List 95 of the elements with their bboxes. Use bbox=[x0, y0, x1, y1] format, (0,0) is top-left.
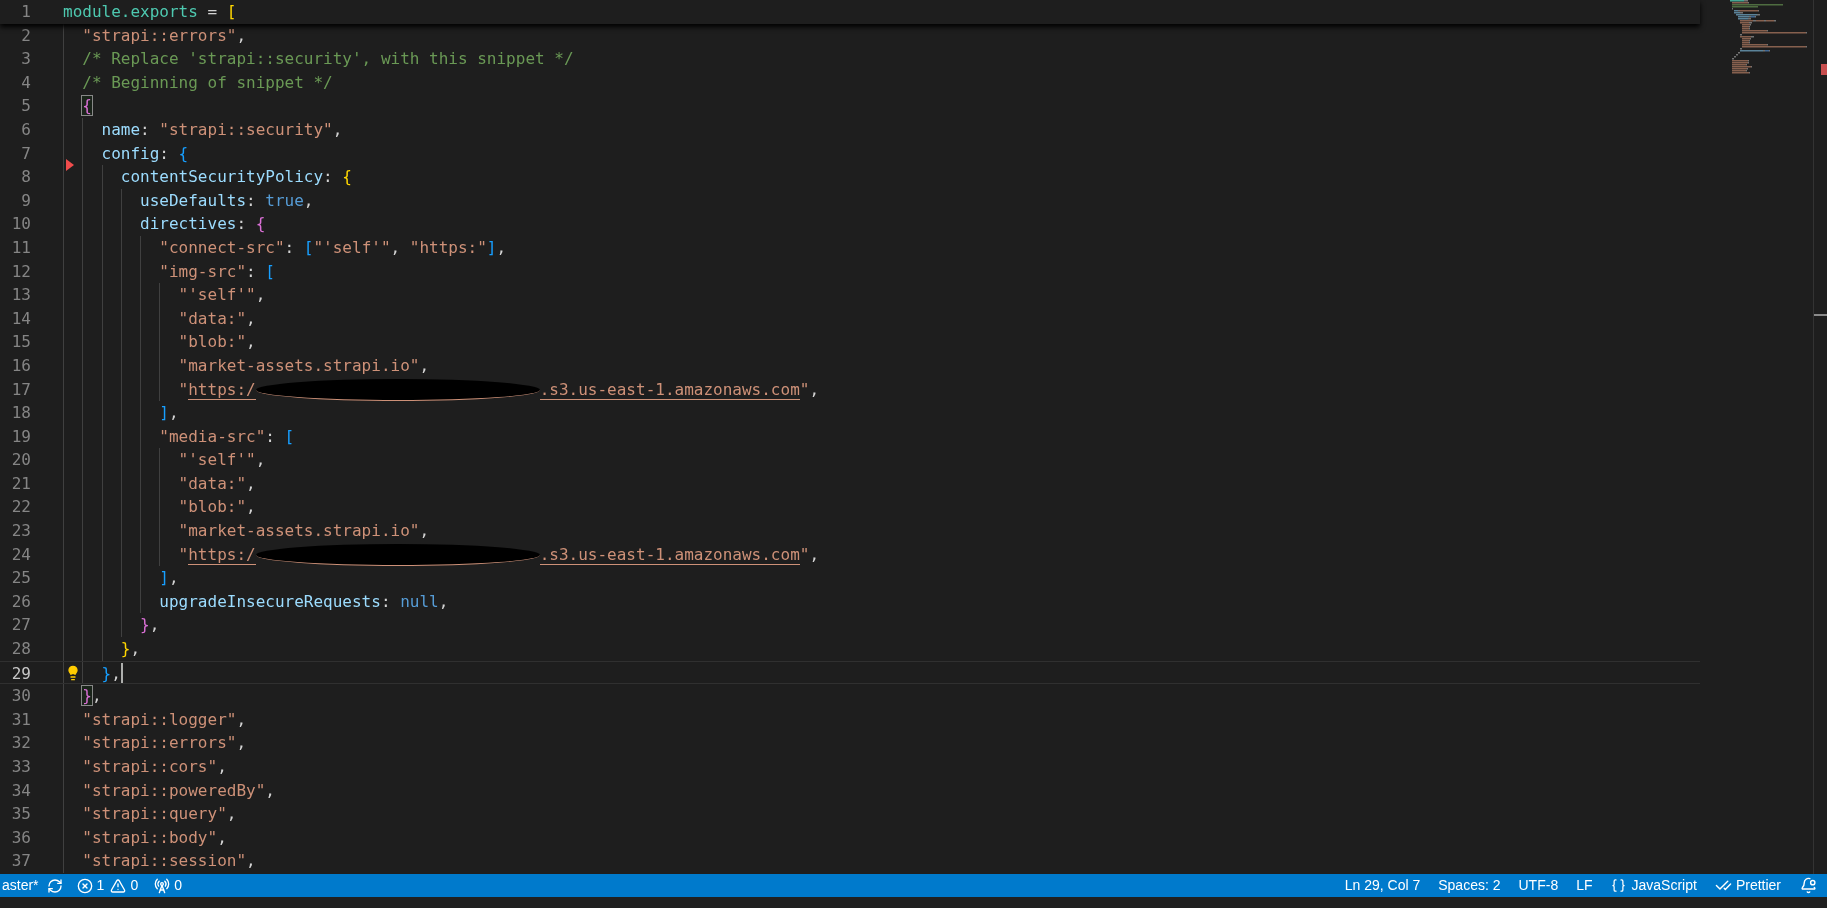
line-number: 36 bbox=[10, 826, 31, 849]
line-number: 14 bbox=[10, 307, 31, 330]
line-number: 31 bbox=[10, 708, 31, 731]
formatter-status[interactable]: Prettier bbox=[1735, 875, 1781, 896]
line-number: 16 bbox=[10, 354, 31, 377]
line-number: 12 bbox=[10, 260, 31, 283]
code-line: }, bbox=[101, 662, 121, 684]
status-item[interactable]: Ln 29, Col 7 bbox=[1335, 875, 1430, 896]
code-line: contentSecurityPolicy: { bbox=[120, 166, 352, 189]
code-line: "blob:", bbox=[178, 331, 256, 354]
branch-name[interactable]: aster* bbox=[2, 875, 39, 896]
code-line: "img-src": [ bbox=[159, 260, 275, 283]
line-number: 22 bbox=[10, 496, 31, 519]
scroll-marker bbox=[1814, 314, 1827, 316]
code-line: "data:", bbox=[178, 472, 256, 495]
line-number: 25 bbox=[10, 567, 31, 590]
line-number: 3 bbox=[20, 48, 31, 71]
line-number: 20 bbox=[10, 449, 31, 472]
line-number: 37 bbox=[10, 850, 31, 873]
code-line: upgradeInsecureRequests: null, bbox=[159, 590, 449, 613]
code-line: }, bbox=[120, 638, 141, 661]
code-line: module.exports = [ bbox=[63, 1, 237, 23]
code-line: "strapi::query", bbox=[82, 803, 237, 826]
code-line: "media-src": [ bbox=[159, 425, 295, 448]
code-line: "strapi::poweredBy", bbox=[82, 779, 275, 802]
line-number: 28 bbox=[10, 638, 31, 661]
line-number: 10 bbox=[10, 213, 31, 236]
code-line: ], bbox=[159, 402, 179, 425]
code-line: useDefaults: true, bbox=[140, 189, 314, 212]
line-number: 2 bbox=[20, 24, 31, 47]
lightbulb-icon[interactable] bbox=[65, 664, 81, 681]
line-number: 11 bbox=[10, 236, 31, 259]
line-number: 29 bbox=[10, 662, 31, 684]
code-line: "strapi::session", bbox=[82, 850, 256, 873]
code-line: /* Replace 'strapi::security', with this snippet */ bbox=[82, 48, 574, 71]
code-line: "blob:", bbox=[178, 496, 256, 519]
code-line: "https:/ .s3.us-east-1.amazonaws.com", bbox=[178, 542, 820, 567]
braces-icon[interactable] bbox=[1610, 878, 1626, 893]
code-line: "'self'", bbox=[178, 284, 266, 307]
code-line: "strapi::errors", bbox=[82, 732, 247, 755]
deleted-lines-marker-icon[interactable] bbox=[66, 159, 74, 172]
status-item[interactable]: UTF-8 bbox=[1509, 875, 1568, 896]
notifications-icon[interactable] bbox=[1800, 877, 1817, 894]
antenna-icon[interactable] bbox=[154, 877, 171, 894]
line-number: 30 bbox=[10, 685, 31, 708]
line-number: 5 bbox=[20, 95, 31, 118]
sync-icon[interactable] bbox=[46, 877, 63, 894]
line-number: 27 bbox=[10, 614, 31, 637]
line-number: 7 bbox=[20, 142, 31, 165]
text-cursor bbox=[120, 662, 123, 683]
code-line: "strapi::body", bbox=[82, 826, 227, 849]
status-item[interactable]: LF bbox=[1567, 875, 1602, 896]
warning-icon[interactable] bbox=[110, 877, 127, 894]
code-line: }, bbox=[82, 685, 102, 708]
code-line: "'self'", bbox=[178, 449, 266, 472]
line-number: 9 bbox=[20, 189, 31, 212]
code-line: "connect-src": ["'self'", "https:"], bbox=[159, 236, 507, 259]
scrollbar[interactable] bbox=[1813, 0, 1827, 874]
line-number: 15 bbox=[10, 331, 31, 354]
code-line: ], bbox=[159, 567, 179, 590]
code-line: "https:/ .s3.us-east-1.amazonaws.com", bbox=[178, 378, 820, 402]
line-number: 32 bbox=[10, 732, 31, 755]
code-line: /* Beginning of snippet */ bbox=[82, 71, 333, 94]
code-line: "data:", bbox=[178, 307, 256, 330]
line-number: 24 bbox=[10, 543, 31, 566]
code-line: "market-assets.strapi.io", bbox=[178, 354, 430, 377]
code-line: directives: { bbox=[140, 213, 266, 236]
line-number: 8 bbox=[20, 166, 31, 189]
line-number: 1 bbox=[20, 1, 31, 23]
warning-count[interactable]: 0 bbox=[130, 875, 139, 896]
code-line: }, bbox=[140, 614, 160, 637]
line-number: 6 bbox=[20, 118, 31, 141]
line-number: 35 bbox=[10, 803, 31, 826]
error-count[interactable]: 1 bbox=[96, 875, 105, 896]
line-number: 23 bbox=[10, 520, 31, 543]
ports-count[interactable]: 0 bbox=[174, 875, 182, 896]
code-line: config: { bbox=[101, 142, 189, 165]
line-number: 13 bbox=[10, 284, 31, 307]
code-line: "strapi::errors", bbox=[82, 24, 247, 47]
error-icon[interactable] bbox=[76, 877, 93, 894]
line-number: 18 bbox=[10, 402, 31, 425]
line-number: 17 bbox=[10, 378, 31, 401]
line-number: 21 bbox=[10, 472, 31, 495]
line-number: 26 bbox=[10, 590, 31, 613]
status-item[interactable]: Spaces: 2 bbox=[1429, 875, 1510, 896]
line-number: 33 bbox=[10, 756, 31, 778]
code-line: "strapi::logger", bbox=[82, 708, 247, 731]
language-mode[interactable]: JavaScript bbox=[1631, 875, 1697, 896]
line-number: 4 bbox=[20, 71, 31, 94]
code-line: name: "strapi::security", bbox=[101, 118, 343, 141]
error-marker bbox=[1821, 64, 1827, 75]
code-line: "strapi::cors", bbox=[82, 756, 227, 778]
line-number: 34 bbox=[10, 779, 31, 802]
line-number: 19 bbox=[10, 425, 31, 448]
code-line: "market-assets.strapi.io", bbox=[178, 520, 430, 543]
